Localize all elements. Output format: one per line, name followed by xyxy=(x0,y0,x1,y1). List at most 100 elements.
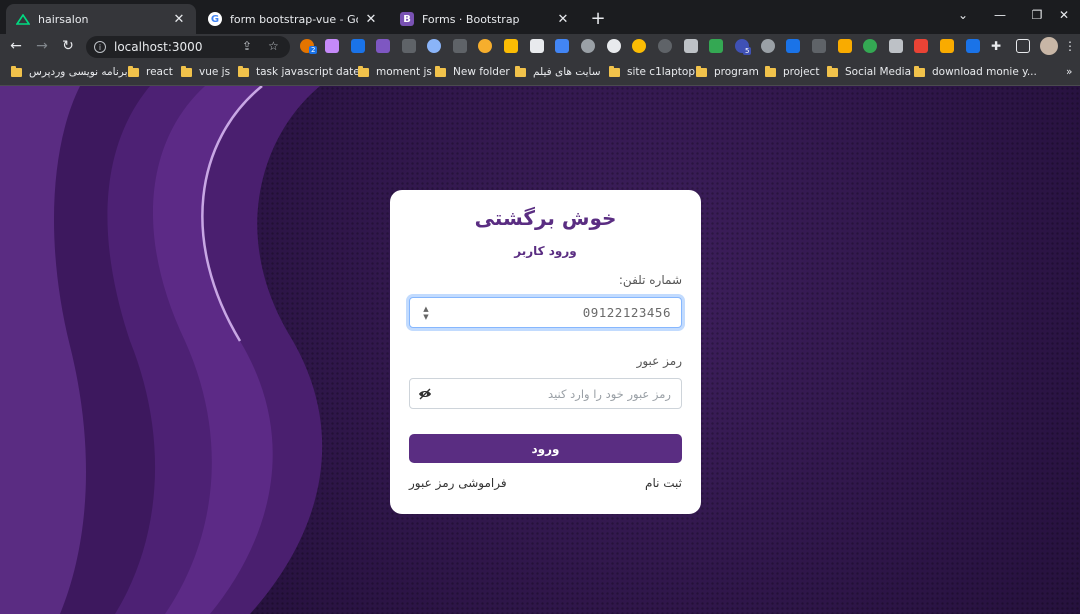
extension-icon[interactable] xyxy=(940,39,954,53)
zoom-extension-icon[interactable] xyxy=(351,39,365,53)
extension-icon[interactable] xyxy=(504,39,518,53)
bookmark-folder[interactable]: vue js xyxy=(181,65,230,78)
side-panel-icon[interactable] xyxy=(1016,39,1030,53)
folder-icon xyxy=(609,65,620,77)
site-info-icon[interactable]: i xyxy=(94,41,106,53)
extension-icon[interactable] xyxy=(478,39,492,53)
bookmarks-bar: برنامه نویسی وردپرس react vue js task ja… xyxy=(0,60,1080,86)
folder-icon xyxy=(128,65,139,77)
extension-icon[interactable] xyxy=(761,39,775,53)
bookmark-folder[interactable]: Social Media xyxy=(827,65,911,78)
extension-icon[interactable] xyxy=(914,39,928,53)
extension-icon[interactable] xyxy=(709,39,723,53)
close-icon[interactable]: ✕ xyxy=(172,12,186,27)
folder-icon xyxy=(765,65,776,77)
number-stepper-icon[interactable]: ▲ ▼ xyxy=(420,304,432,322)
password-label: رمز عبور xyxy=(636,354,682,368)
folder-icon xyxy=(827,65,838,77)
close-icon[interactable]: ✕ xyxy=(556,12,570,27)
bookmark-folder[interactable]: سایت های فیلم xyxy=(515,65,601,78)
folder-icon xyxy=(696,65,707,77)
folder-icon xyxy=(181,65,192,77)
translate-extension-icon[interactable] xyxy=(555,39,569,53)
browser-toolbar: ← → ↻ i localhost:3000 ⇪ ☆ 2 5 ✚ ⋮ xyxy=(0,34,1080,60)
extension-icon[interactable] xyxy=(581,39,595,53)
folder-icon xyxy=(11,65,22,77)
extension-badge: 2 xyxy=(309,46,318,54)
extension-icon[interactable] xyxy=(889,39,903,53)
new-tab-button[interactable]: + xyxy=(589,8,607,29)
forgot-password-link[interactable]: فراموشی رمز عبور xyxy=(409,476,507,490)
phone-value: 09122123456 xyxy=(582,305,671,320)
bookmark-folder[interactable]: برنامه نویسی وردپرس xyxy=(11,65,128,78)
extension-icon[interactable] xyxy=(530,39,544,53)
bookmark-star-icon[interactable]: ☆ xyxy=(268,39,279,53)
folder-icon xyxy=(435,65,446,77)
bookmark-folder[interactable]: moment js xyxy=(358,65,432,78)
tab-title: form bootstrap-vue - Google Sea xyxy=(230,12,358,26)
signup-link[interactable]: ثبت نام xyxy=(645,476,682,490)
tab-hairsalon[interactable]: hairsalon ✕ xyxy=(6,4,196,34)
login-button[interactable]: ورود xyxy=(409,434,682,463)
extension-icon[interactable] xyxy=(376,39,390,53)
minimize-button[interactable]: — xyxy=(990,8,1010,22)
nuxt-icon xyxy=(16,12,30,26)
folder-icon xyxy=(515,65,526,77)
avatar[interactable] xyxy=(1040,37,1058,55)
phone-label: شماره تلفن: xyxy=(618,273,682,287)
extension-icon[interactable] xyxy=(427,39,441,53)
close-window-button[interactable]: ✕ xyxy=(1054,8,1074,22)
bookmark-folder[interactable]: project xyxy=(765,65,819,78)
tab-search-icon[interactable]: ⌄ xyxy=(953,8,973,22)
menu-icon[interactable]: ⋮ xyxy=(1064,39,1076,53)
password-field[interactable]: رمز عبور خود را وارد کنید xyxy=(409,378,682,409)
share-icon[interactable]: ⇪ xyxy=(242,39,252,53)
extension-badge: 5 xyxy=(743,47,752,55)
reload-button[interactable]: ↻ xyxy=(59,38,77,54)
tab-google-search[interactable]: G form bootstrap-vue - Google Sea ✕ xyxy=(198,4,388,34)
tab-bootstrap-forms[interactable]: B Forms · Bootstrap ✕ xyxy=(390,4,580,34)
tab-title: hairsalon xyxy=(38,12,89,26)
extension-icon[interactable] xyxy=(658,39,672,53)
extension-icon[interactable] xyxy=(786,39,800,53)
extension-icon[interactable] xyxy=(607,39,621,53)
extension-icon[interactable] xyxy=(632,39,646,53)
extension-icon[interactable] xyxy=(838,39,852,53)
bookmark-folder[interactable]: task javascript date... xyxy=(238,65,370,78)
extension-icon[interactable] xyxy=(684,39,698,53)
address-bar[interactable]: i localhost:3000 xyxy=(86,36,290,58)
tab-title: Forms · Bootstrap xyxy=(422,12,520,26)
bookmark-folder[interactable]: site c1laptop xyxy=(609,65,695,78)
more-bookmarks-button[interactable]: » xyxy=(1066,66,1072,78)
close-icon[interactable]: ✕ xyxy=(364,12,378,27)
extension-icon[interactable] xyxy=(863,39,877,53)
login-page: خوش برگشتی ورود کاربر شماره تلفن: ▲ ▼ 091… xyxy=(0,86,1080,614)
back-button[interactable]: ← xyxy=(7,38,25,54)
bookmark-folder[interactable]: react xyxy=(128,65,173,78)
password-placeholder: رمز عبور خود را وارد کنید xyxy=(548,387,671,401)
url-text: localhost:3000 xyxy=(114,40,203,54)
bootstrap-icon: B xyxy=(400,12,414,26)
extension-icon[interactable] xyxy=(453,39,467,53)
google-icon: G xyxy=(208,12,222,26)
browser-chrome: hairsalon ✕ G form bootstrap-vue - Googl… xyxy=(0,0,1080,86)
bookmark-folder[interactable]: New folder xyxy=(435,65,510,78)
extension-icon[interactable] xyxy=(966,39,980,53)
tab-strip: hairsalon ✕ G form bootstrap-vue - Googl… xyxy=(0,0,1080,34)
folder-icon xyxy=(358,65,369,77)
page-title: خوش برگشتی xyxy=(474,206,617,230)
login-card: خوش برگشتی ورود کاربر شماره تلفن: ▲ ▼ 091… xyxy=(390,190,701,514)
phone-field[interactable]: ▲ ▼ 09122123456 xyxy=(409,297,682,328)
bookmark-folder[interactable]: program xyxy=(696,65,759,78)
eye-slash-icon[interactable] xyxy=(418,388,432,400)
extensions-puzzle-icon[interactable]: ✚ xyxy=(991,39,1001,53)
extension-icon[interactable] xyxy=(402,39,416,53)
bookmark-folder[interactable]: download monie y... xyxy=(914,65,1037,78)
login-subtitle: ورود کاربر xyxy=(514,244,577,258)
forward-button[interactable]: → xyxy=(33,38,51,54)
extension-icon[interactable] xyxy=(325,39,339,53)
folder-icon xyxy=(238,65,249,77)
restore-button[interactable]: ❐ xyxy=(1027,8,1047,22)
folder-icon xyxy=(914,65,925,77)
extension-icon[interactable] xyxy=(812,39,826,53)
